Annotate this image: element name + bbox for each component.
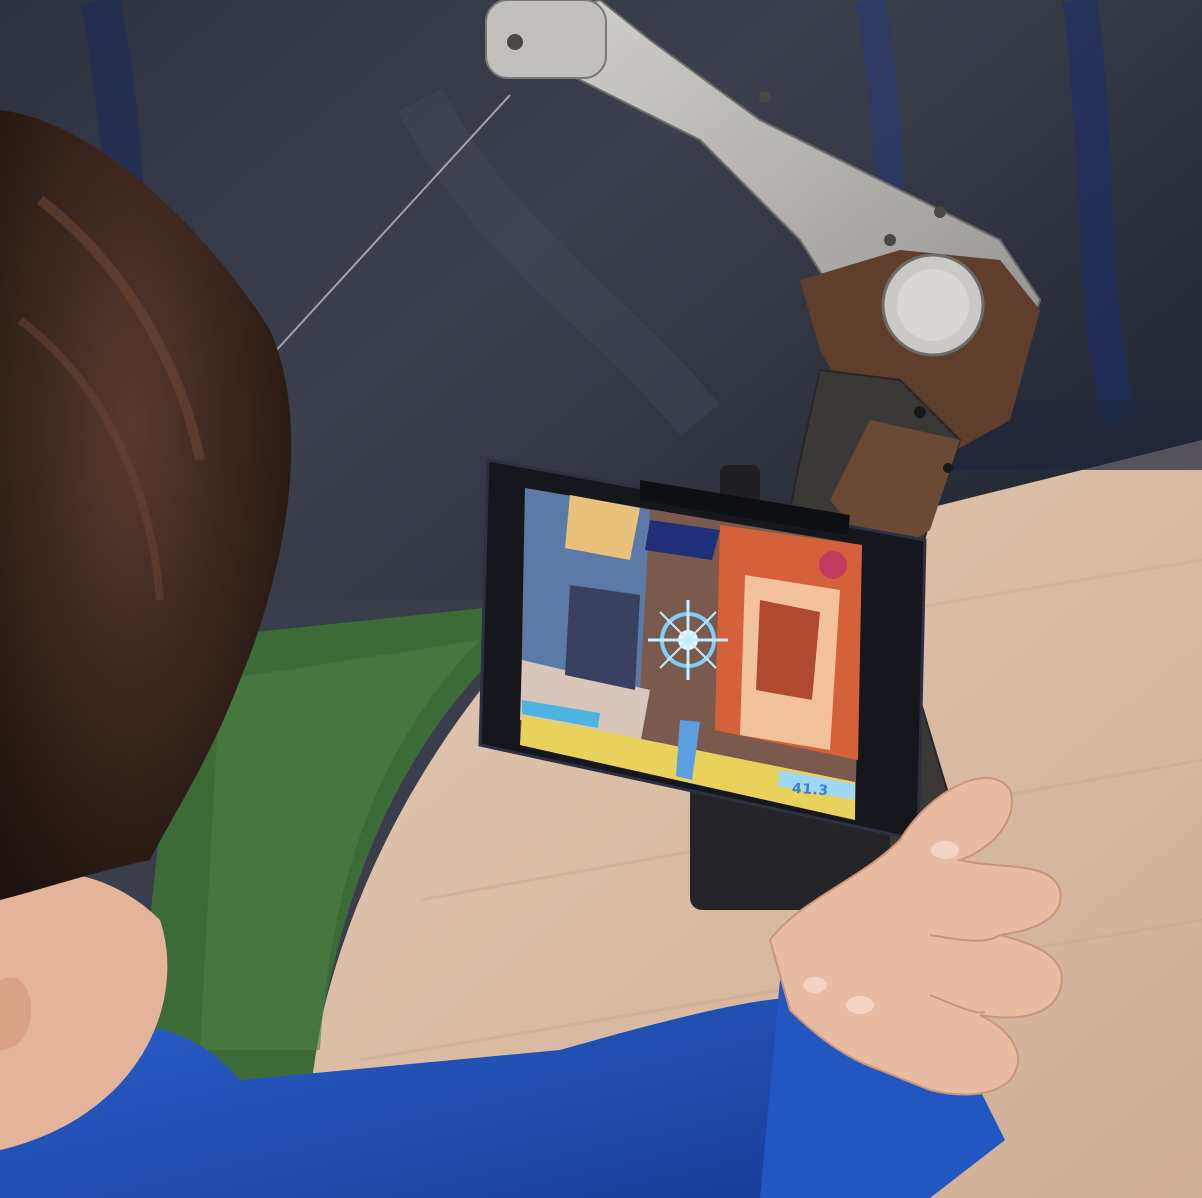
photo-scene: 41.3: [0, 0, 1202, 1198]
hand-icon: [768, 777, 1063, 1096]
child-hand: [768, 777, 1063, 1096]
fingernail: [846, 996, 874, 1014]
fingernail: [931, 841, 959, 859]
fingernail: [803, 977, 827, 993]
